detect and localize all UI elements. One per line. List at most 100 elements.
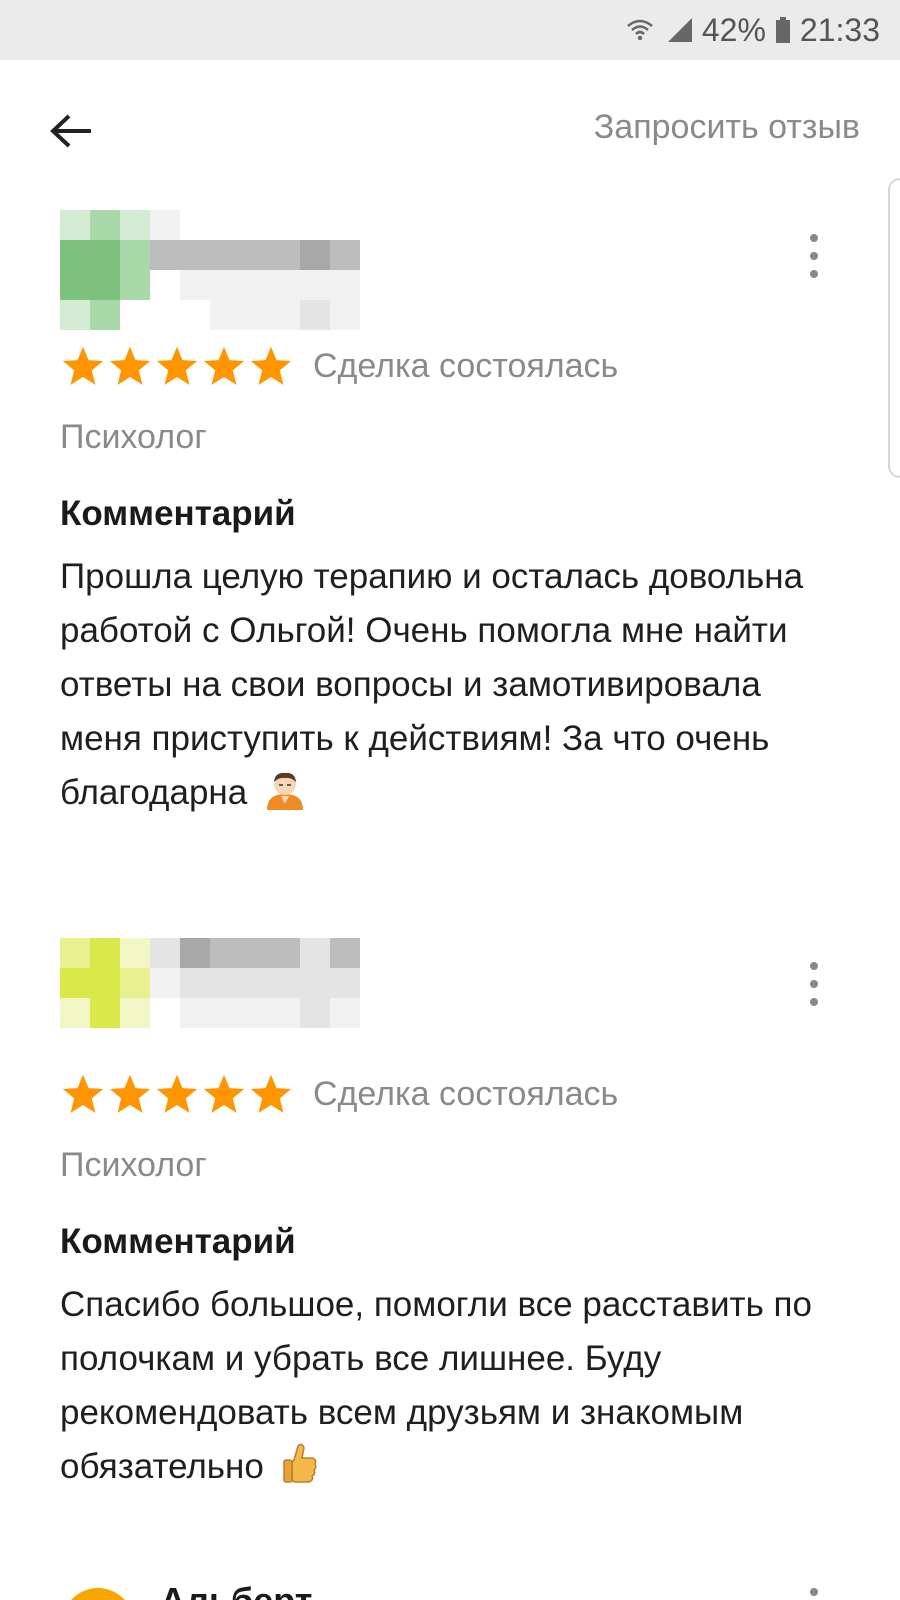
- mosaic-cell: [90, 998, 120, 1028]
- rating-row: Сделка состоялась: [60, 1072, 618, 1116]
- deal-status: Сделка состоялась: [313, 1074, 619, 1113]
- star-icon: [109, 346, 151, 385]
- mosaic-cell: [330, 968, 360, 998]
- back-button[interactable]: [44, 104, 98, 158]
- dot: [810, 1588, 818, 1596]
- mosaic-cell: [150, 270, 180, 300]
- dot: [810, 270, 818, 278]
- mosaic-cell: [240, 240, 270, 270]
- mosaic-cell: [180, 938, 210, 968]
- author-name: Альберт: [160, 1580, 312, 1600]
- mosaic-cell: [270, 938, 300, 968]
- mosaic-cell: [150, 210, 180, 240]
- comment-text: Спасибо большое, помогли все расставить …: [60, 1278, 820, 1494]
- mosaic-cell: [90, 300, 120, 330]
- dot: [810, 252, 818, 260]
- mosaic-cell: [210, 240, 240, 270]
- mosaic-cell: [270, 998, 300, 1028]
- mosaic-cell: [120, 300, 150, 330]
- clock: 21:33: [799, 11, 880, 48]
- mosaic-cell: [60, 300, 90, 330]
- mosaic-cell: [120, 240, 150, 270]
- service-category: Психолог: [60, 418, 207, 456]
- comment-title: Комментарий: [60, 1222, 296, 1261]
- mosaic-cell: [300, 240, 330, 270]
- mosaic-cell: [300, 938, 330, 968]
- mosaic-cell: [270, 210, 300, 240]
- deal-status: Сделка состоялась: [313, 346, 619, 385]
- mosaic-cell: [150, 968, 180, 998]
- arrow-left-icon: [50, 114, 91, 148]
- mosaic-cell: [60, 240, 90, 270]
- mosaic-cell: [180, 300, 210, 330]
- mosaic-cell: [60, 938, 90, 968]
- more-options-button[interactable]: [802, 1588, 826, 1600]
- service-category: Психолог: [60, 1146, 207, 1184]
- status-bar: 42% 21:33: [0, 0, 900, 60]
- mosaic-cell: [90, 240, 120, 270]
- star-rating: [60, 344, 295, 388]
- battery-icon: [775, 17, 790, 43]
- mosaic-cell: [60, 998, 90, 1028]
- mosaic-cell: [210, 210, 240, 240]
- mosaic-cell: [300, 270, 330, 300]
- mosaic-cell: [120, 968, 150, 998]
- star-icon: [203, 346, 245, 385]
- mosaic-cell: [60, 210, 90, 240]
- mosaic-cell: [240, 270, 270, 300]
- mosaic-cell: [90, 270, 120, 300]
- rating-row: Сделка состоялась: [60, 344, 618, 388]
- blurred-reviewer: [60, 938, 360, 1028]
- star-icon: [203, 1074, 245, 1113]
- more-options-button[interactable]: [802, 962, 826, 1006]
- mosaic-cell: [300, 998, 330, 1028]
- mosaic-cell: [180, 270, 210, 300]
- mosaic-cell: [240, 210, 270, 240]
- star-rating: [60, 1072, 295, 1116]
- signal-icon: [664, 18, 692, 42]
- star-icon: [250, 1074, 292, 1113]
- wifi-icon: [626, 18, 654, 42]
- mosaic-cell: [60, 270, 90, 300]
- avatar: [62, 1588, 134, 1600]
- star-icon: [109, 1074, 151, 1113]
- mosaic-cell: [180, 240, 210, 270]
- request-review-button[interactable]: Запросить отзыв: [594, 108, 860, 147]
- mosaic-cell: [150, 240, 180, 270]
- dot: [810, 962, 818, 970]
- mosaic-cell: [270, 240, 300, 270]
- mosaic-cell: [240, 998, 270, 1028]
- mosaic-cell: [300, 968, 330, 998]
- mosaic-cell: [210, 998, 240, 1028]
- star-icon: [156, 346, 198, 385]
- dot: [810, 980, 818, 988]
- mosaic-cell: [330, 240, 360, 270]
- dot: [810, 998, 818, 1006]
- mosaic-cell: [150, 938, 180, 968]
- comment-title: Комментарий: [60, 494, 296, 533]
- mosaic-cell: [240, 968, 270, 998]
- mosaic-cell: [120, 938, 150, 968]
- scroll-indicator[interactable]: [888, 178, 900, 478]
- mosaic-cell: [120, 270, 150, 300]
- mosaic-cell: [90, 968, 120, 998]
- mosaic-cell: [300, 210, 330, 240]
- blurred-reviewer: [60, 210, 360, 330]
- app-header: Запросить отзыв: [0, 60, 900, 200]
- comment-body: Прошла целую терапию и осталась довольна…: [60, 557, 804, 812]
- mosaic-cell: [300, 300, 330, 330]
- dot: [810, 234, 818, 242]
- screen: 42% 21:33 Запросить отзыв Сделка состоял…: [0, 0, 900, 1600]
- mosaic-cell: [150, 998, 180, 1028]
- mosaic-cell: [210, 300, 240, 330]
- mosaic-cell: [330, 300, 360, 330]
- mosaic-cell: [210, 270, 240, 300]
- thumbs-up-icon: [282, 1443, 317, 1483]
- mosaic-cell: [240, 300, 270, 330]
- mosaic-cell: [180, 210, 210, 240]
- mosaic-cell: [180, 968, 210, 998]
- mosaic-cell: [270, 968, 300, 998]
- mosaic-cell: [90, 210, 120, 240]
- mosaic-cell: [180, 998, 210, 1028]
- more-options-button[interactable]: [802, 234, 826, 278]
